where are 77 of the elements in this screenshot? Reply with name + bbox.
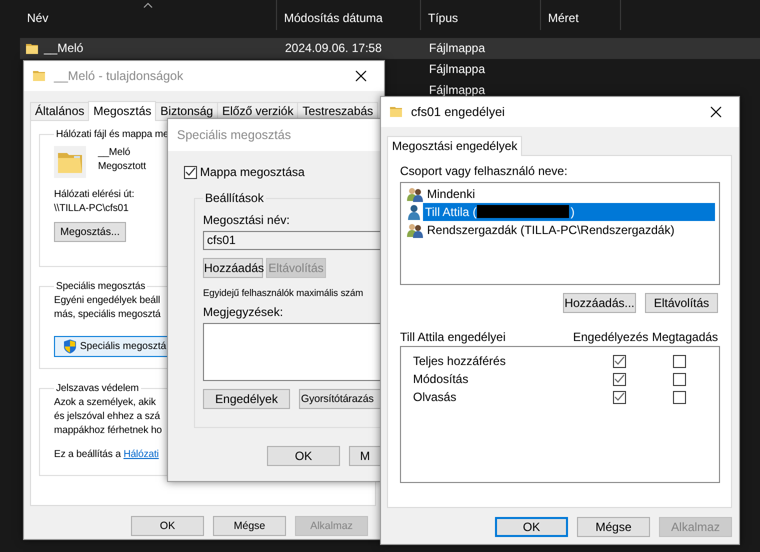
advanced-sharing-button[interactable]: Speciális megosztá [54,336,167,357]
table-cell-text: Fájlmappa [429,40,486,57]
checkbox[interactable] [613,372,626,386]
checkbox[interactable] [673,372,686,386]
field-label: Egyidejű felhasználók maximális szám [203,288,364,299]
checkbox[interactable] [673,354,686,368]
dialog-button[interactable]: Mégse [577,517,650,537]
table-cell-text: Fájlmappa [429,82,486,99]
folder-icon [57,150,83,174]
checkbox[interactable] [613,354,626,368]
file-row[interactable]: __Meló 2024.09.06. 17:58 Fájlmappa [20,38,760,59]
table-cell-text: 2024.09.06. 17:58 [285,40,382,57]
list-item[interactable]: Mindenki [425,185,478,203]
description-text: és jelszóval ehhez a szá [54,410,160,424]
table-cell-text: Fájlmappa [429,61,486,78]
table-cell-text: __Meló [44,40,84,57]
close-icon[interactable] [710,106,722,118]
tab[interactable]: Megosztási engedélyek [387,136,522,156]
network-path: \\TILLA-PC\cfs01 [54,202,129,216]
dialog-button[interactable]: OK [131,516,204,536]
group-icon [407,186,424,202]
path-label: Hálózati elérési út: [54,188,134,202]
column-header[interactable]: Módosítás dátuma [277,0,421,30]
description-text: Egyéni engedélyek beáll [54,294,160,308]
folder-icon [33,70,45,82]
list-item[interactable]: Till Attila ( ) [423,203,715,221]
permission-name: Olvasás [413,390,458,404]
description-text: más, speciális megosztá [54,308,161,322]
dialog-button[interactable]: Mégse [213,516,286,536]
window-title: __Meló - tulajdonságok [54,69,184,83]
field-label: Megosztási név: [203,213,291,227]
group-title: Beállítások [204,191,265,205]
dialog-button[interactable]: Hozzáadás [203,258,263,278]
folder-icon [26,42,38,54]
user-icon [407,204,422,220]
description-text: mappákhoz férhetnek ho [54,424,162,438]
dialog-button[interactable]: Gyorsítótárazás [299,389,380,409]
sort-caret-icon [143,2,153,8]
close-icon[interactable] [355,70,367,82]
window-title: cfs01 engedélyei [411,105,506,119]
group-icon [407,222,424,238]
permission-name: Módosítás [413,372,470,386]
dialog-button[interactable]: Engedélyek [203,389,290,409]
dialog-button[interactable]: Eltávolítás [645,293,718,313]
tab[interactable]: Megosztás [88,101,156,121]
window-title: Speciális megosztás [177,128,292,142]
settings-link[interactable]: Hálózati [123,449,159,460]
column-header: Megtagadás [652,330,718,344]
dialog-button[interactable]: OK [495,517,568,537]
list-label: Csoport vagy felhasználó neve: [400,164,568,178]
group-title: Speciális megosztás [55,281,146,292]
checkbox[interactable] [613,390,626,404]
folder-icon [390,106,402,118]
column-header: Engedélyezés [573,330,650,344]
column-header[interactable]: Típus [421,0,541,30]
checkbox[interactable] [673,390,686,404]
field-label: Megjegyzések: [203,305,284,319]
shield-icon [63,339,77,354]
share-button[interactable]: Megosztás... [54,222,126,242]
comments-field[interactable] [203,323,380,381]
share-status: Megosztott [98,160,146,174]
group-title: Jelszavas védelem [55,383,140,394]
tab[interactable]: Általános [30,102,90,120]
dialog-button[interactable]: M [349,446,380,466]
dialog-button[interactable]: Hozzáadás... [563,293,636,313]
checkbox-label: Mappa megosztása [200,165,305,179]
folder-name: __Meló [98,146,130,160]
permissions-label: Till Attila engedélyei [400,330,507,344]
dialog-button[interactable]: OK [267,446,340,466]
checkbox[interactable] [184,166,197,178]
list-item[interactable]: Rendszergazdák (TILLA-PC\Rendszergazdák) [425,221,676,239]
column-header[interactable]: Név [20,0,277,30]
description-text: Ez a beállítás a [54,449,121,460]
description-text: Azok a személyek, akik [54,396,156,410]
share-name-field[interactable]: cfs01 [203,231,380,250]
column-header[interactable]: Méret [541,0,621,30]
permission-name: Teljes hozzáférés [413,354,507,368]
